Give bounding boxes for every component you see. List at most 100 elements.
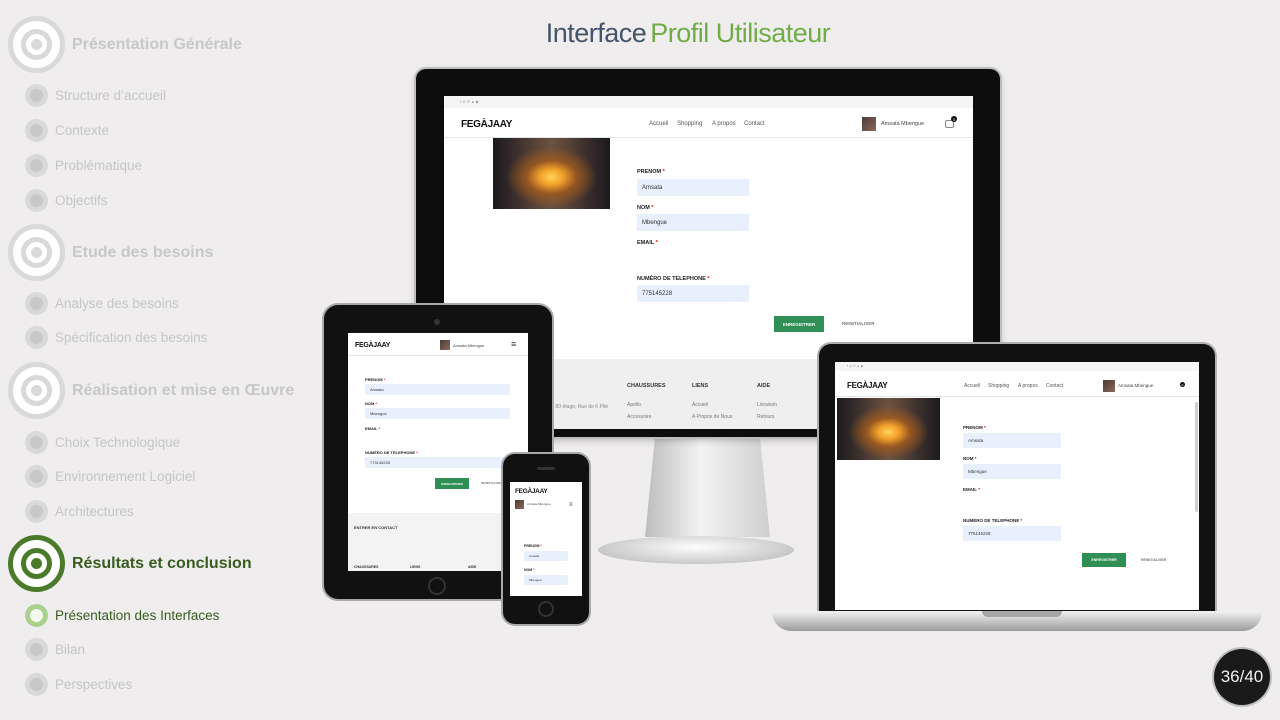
menu-icon[interactable]: ≡ <box>511 339 516 349</box>
nav-apropos[interactable]: A propos <box>712 121 736 127</box>
item-structure-accueil[interactable]: Structure d’accueil <box>25 84 166 107</box>
item-bilan[interactable]: Bilan <box>25 638 85 661</box>
item-presentation-interfaces[interactable]: Présentation des Interfaces <box>25 604 219 627</box>
site-logo[interactable]: FEGÀJAAY <box>355 342 390 349</box>
nav-accueil[interactable]: Accueil <box>649 121 668 127</box>
bullet-icon <box>25 673 48 696</box>
footer-link[interactable]: Accueil <box>692 402 708 408</box>
footer-link[interactable]: Livraison <box>757 402 777 408</box>
label-prenom: PRENOM * <box>963 425 986 430</box>
menu-icon[interactable]: ≡ <box>569 502 573 508</box>
item-label: Analyse des besoins <box>55 296 179 311</box>
item-label: Présentation des Interfaces <box>55 608 220 623</box>
user-avatar <box>440 340 450 350</box>
footer-col-liens: LIENS <box>692 383 709 389</box>
input-telephone[interactable]: 775145228 <box>365 457 510 468</box>
nav-apropos[interactable]: A propos <box>1018 383 1038 389</box>
item-perspectives[interactable]: Perspectives <box>25 673 132 696</box>
section-presentation-generale[interactable]: Présentation Générale <box>8 16 242 73</box>
section-ring-icon <box>8 535 65 592</box>
item-problematique[interactable]: Problématique <box>25 154 142 177</box>
site-logo[interactable]: FEGÀJAAY <box>847 381 888 390</box>
bullet-icon <box>25 431 48 454</box>
bullet-icon <box>25 189 48 212</box>
label-prenom: PRENOM * <box>637 169 665 175</box>
bullet-icon <box>25 119 48 142</box>
social-icons: f ◎ ℗ ▲ ▶ <box>460 99 480 104</box>
site-logo[interactable]: FEGÀJAAY <box>515 488 548 495</box>
home-button[interactable] <box>538 601 554 617</box>
footer-link[interactable]: A Propos de Nous <box>692 414 732 420</box>
laptop-device: f ◎ ℗ ▲ ▶ FEGÀJAAY Accueil Shopping A pr… <box>819 344 1215 614</box>
input-prenom[interactable]: Amsata <box>963 433 1061 448</box>
label-prenom: PRENOM * <box>365 377 386 382</box>
item-environnement-logiciel[interactable]: Environnement Logiciel <box>25 465 195 488</box>
item-specification-besoins[interactable]: Spécification des besoins <box>25 326 207 349</box>
input-telephone[interactable]: 775145228 <box>963 526 1061 541</box>
reset-button[interactable]: REINITIALISER <box>842 321 875 326</box>
item-label: Choix Technologique <box>55 435 181 450</box>
footer-col-liens: LIENS <box>410 565 421 569</box>
section-realisation[interactable]: Réalisation et mise en Œuvre <box>8 362 294 419</box>
label-nom: NOM * <box>365 401 378 406</box>
nav-contact[interactable]: Contact <box>744 121 765 127</box>
item-contexte[interactable]: Contexte <box>25 119 109 142</box>
input-prenom[interactable]: Amsata <box>524 551 568 561</box>
bullet-icon <box>25 604 48 627</box>
item-label: Spécification des besoins <box>55 330 208 345</box>
input-nom[interactable]: Mbengue <box>365 408 510 419</box>
topbar-strip: f ◎ ℗ ▲ ▶ <box>444 96 973 108</box>
reset-button[interactable]: REINITIALISER <box>1141 558 1166 562</box>
footer-link[interactable]: Apollo <box>627 402 641 408</box>
item-label: Architectures <box>55 504 134 519</box>
scrollbar[interactable] <box>1195 402 1198 512</box>
user-avatar <box>1103 380 1115 392</box>
item-objectifs[interactable]: Objectifs <box>25 189 108 212</box>
section-label: Etude des besoins <box>72 243 214 261</box>
section-etude-besoins[interactable]: Etude des besoins <box>8 224 213 281</box>
footer-link[interactable]: Retours <box>757 414 775 420</box>
item-architectures[interactable]: Architectures <box>25 500 134 523</box>
item-label: Perspectives <box>55 677 133 692</box>
footer: ENTRER EN CONTACT CHAUSSURES LIENS AIDE <box>348 513 528 571</box>
user-menu[interactable]: Amsata Mbengue <box>527 502 555 506</box>
input-nom[interactable]: Mbengue <box>963 464 1061 479</box>
nav-contact[interactable]: Contact <box>1046 383 1063 389</box>
monitor-stand <box>645 437 770 537</box>
section-label: Présentation Générale <box>72 35 242 53</box>
section-label: Réalisation et mise en Œuvre <box>72 381 295 399</box>
reset-button[interactable]: REINITIALISER <box>481 481 503 485</box>
bullet-icon <box>25 500 48 523</box>
user-menu[interactable]: Amsata Mbengue <box>1118 383 1153 388</box>
home-button[interactable] <box>428 577 446 595</box>
input-nom[interactable]: Mbengue <box>637 214 749 231</box>
label-telephone: NUMÉRO DE TELEPHONE * <box>637 276 710 282</box>
user-menu[interactable]: Amsata Mbengue <box>453 343 484 348</box>
input-prenom[interactable]: Amsata <box>365 384 510 395</box>
user-menu[interactable]: Amsata Mbengue <box>881 121 924 127</box>
item-analyse-besoins[interactable]: Analyse des besoins <box>25 292 179 315</box>
monitor-stand-base <box>598 536 794 564</box>
section-resultats-conclusion[interactable]: Résultats et conclusion <box>8 535 252 592</box>
footer-col-chaussures: CHAUSSURES <box>354 565 379 569</box>
nav-accueil[interactable]: Accueil <box>964 383 980 389</box>
item-choix-technologique[interactable]: Choix Technologique <box>25 431 180 454</box>
footer-link[interactable]: Accessoire <box>627 414 651 420</box>
item-label: Objectifs <box>55 193 108 208</box>
item-label: Problématique <box>55 158 143 173</box>
item-label: Structure d’accueil <box>55 88 167 103</box>
nav-shopping[interactable]: Shopping <box>677 121 702 127</box>
input-prenom[interactable]: Amsata <box>637 179 749 196</box>
speaker-icon <box>537 467 555 470</box>
save-button[interactable]: ENREGISTRER <box>435 478 469 489</box>
camera-icon <box>434 319 440 325</box>
footer-contact-heading: ENTRER EN CONTACT <box>354 525 398 530</box>
input-nom[interactable]: Mbengue <box>524 575 568 585</box>
save-button[interactable]: ENREGISTRER <box>1082 553 1126 567</box>
save-button[interactable]: ENREGISTRER <box>774 316 824 332</box>
nav-shopping[interactable]: Shopping <box>988 383 1009 389</box>
input-telephone[interactable]: 775145228 <box>637 285 749 302</box>
item-label: Bilan <box>55 642 86 657</box>
site-logo[interactable]: FEGÀJAAY <box>461 119 512 130</box>
bullet-icon <box>25 154 48 177</box>
